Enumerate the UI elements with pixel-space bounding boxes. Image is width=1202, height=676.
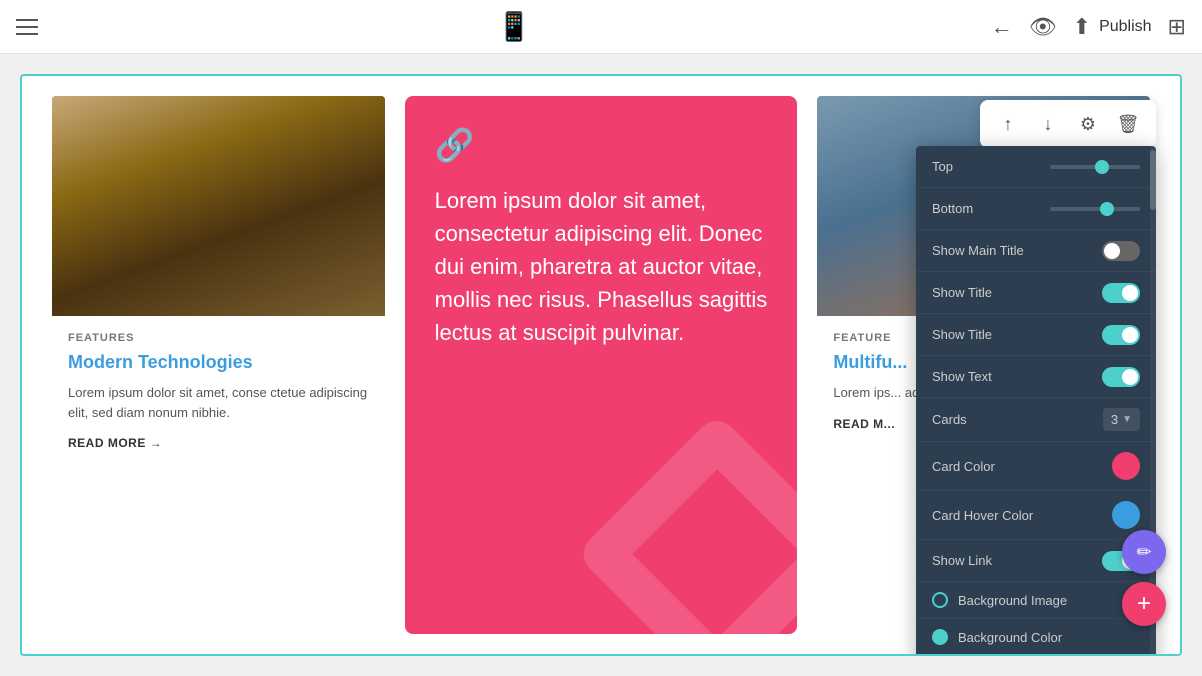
main-area: ↑ ↓ ⚙ 🗑 Top Bottom: [0, 54, 1202, 676]
show-main-title-label: Show Main Title: [932, 243, 1024, 258]
card-pink-icon: 🔗: [435, 126, 768, 164]
card-hover-color-swatch[interactable]: [1112, 501, 1140, 529]
show-link-label: Show Link: [932, 553, 992, 568]
float-add-button[interactable]: +: [1122, 582, 1166, 626]
card-title-1: Modern Technologies: [68, 352, 369, 373]
show-text-row: Show Text: [916, 356, 1156, 398]
show-title-1-label: Show Title: [932, 285, 992, 300]
layout-icon[interactable]: ⊞: [1168, 14, 1186, 40]
background-color-radio[interactable]: [932, 629, 948, 645]
chevron-down-icon: ▼: [1122, 414, 1132, 425]
background-image-row[interactable]: Background Image: [916, 582, 1156, 619]
diamond-decoration: [576, 413, 797, 634]
hamburger-menu[interactable]: [16, 19, 38, 35]
cards-select[interactable]: 3 ▼: [1103, 408, 1140, 431]
show-main-title-row: Show Main Title: [916, 230, 1156, 272]
delete-button[interactable]: 🗑: [1112, 108, 1144, 140]
background-color-label: Background Color: [958, 630, 1062, 645]
upload-icon: ⬆: [1073, 14, 1091, 40]
preview-icon[interactable]: 👁: [1029, 14, 1057, 40]
bottom-label: Bottom: [932, 201, 973, 216]
card-hover-color-label: Card Hover Color: [932, 508, 1033, 523]
cards-label: Cards: [932, 412, 967, 427]
card-color-label: Card Color: [932, 459, 995, 474]
settings-panel: Top Bottom Show Main Title: [916, 146, 1156, 656]
bottom-slider[interactable]: [1050, 207, 1140, 211]
edit-icon: ✏: [1136, 542, 1151, 563]
show-title-2-toggle[interactable]: [1102, 325, 1140, 345]
toolbar-left: [16, 19, 38, 35]
show-title-2-row: Show Title: [916, 314, 1156, 356]
action-bar: ↑ ↓ ⚙ 🗑: [980, 100, 1156, 148]
background-image-label: Background Image: [958, 593, 1067, 608]
float-edit-button[interactable]: ✏: [1122, 530, 1166, 574]
background-image-radio[interactable]: [932, 592, 948, 608]
card-color-row: Card Color: [916, 442, 1156, 491]
card-body-1: FEATURES Modern Technologies Lorem ipsum…: [52, 316, 385, 634]
card-color-swatch[interactable]: [1112, 452, 1140, 480]
card-text-1: Lorem ipsum dolor sit amet, conse ctetue…: [68, 383, 369, 422]
card-image-1: [52, 96, 385, 316]
background-color-row[interactable]: Background Color: [916, 619, 1156, 656]
card-bottom-2: [428, 654, 774, 656]
toolbar: 📱 ← 👁 ⬆ Publish ⊞: [0, 0, 1202, 54]
top-slider-row: Top: [916, 146, 1156, 188]
bottom-cards-row: [22, 654, 1180, 656]
publish-button[interactable]: ⬆ Publish: [1073, 14, 1152, 40]
publish-label: Publish: [1099, 18, 1151, 36]
add-icon: +: [1137, 590, 1151, 618]
card-bottom-3: [794, 654, 1140, 656]
card-category-1: FEATURES: [68, 332, 369, 344]
settings-button[interactable]: ⚙: [1072, 108, 1104, 140]
card-hover-color-row: Card Hover Color: [916, 491, 1156, 540]
card-link-1[interactable]: READ MORE →: [68, 436, 162, 450]
mobile-view-icon[interactable]: 📱: [497, 10, 532, 43]
scroll-indicator: [1150, 146, 1156, 656]
show-title-1-row: Show Title: [916, 272, 1156, 314]
show-title-1-toggle[interactable]: [1102, 283, 1140, 303]
toolbar-right: ← 👁 ⬆ Publish ⊞: [991, 14, 1186, 40]
show-text-toggle[interactable]: [1102, 367, 1140, 387]
card-link-3[interactable]: READ M...: [833, 417, 895, 431]
top-slider[interactable]: [1050, 165, 1140, 169]
cards-row: Cards 3 ▼: [916, 398, 1156, 442]
canvas: ↑ ↓ ⚙ 🗑 Top Bottom: [20, 74, 1182, 656]
show-title-2-label: Show Title: [932, 327, 992, 342]
move-up-button[interactable]: ↑: [992, 108, 1024, 140]
card-bottom-1: [62, 654, 408, 656]
show-text-label: Show Text: [932, 369, 992, 384]
toolbar-center: 📱: [497, 10, 532, 43]
card-pink-text: Lorem ipsum dolor sit amet, consectetur …: [435, 184, 768, 349]
top-label: Top: [932, 159, 953, 174]
show-main-title-toggle[interactable]: [1102, 241, 1140, 261]
show-link-row: Show Link: [916, 540, 1156, 582]
card-pink: 🔗 Lorem ipsum dolor sit amet, consectetu…: [405, 96, 798, 634]
cards-value: 3: [1111, 412, 1118, 427]
back-icon[interactable]: ←: [991, 14, 1013, 40]
move-down-button[interactable]: ↓: [1032, 108, 1064, 140]
bottom-slider-row: Bottom: [916, 188, 1156, 230]
card-item-1: FEATURES Modern Technologies Lorem ipsum…: [52, 96, 385, 634]
